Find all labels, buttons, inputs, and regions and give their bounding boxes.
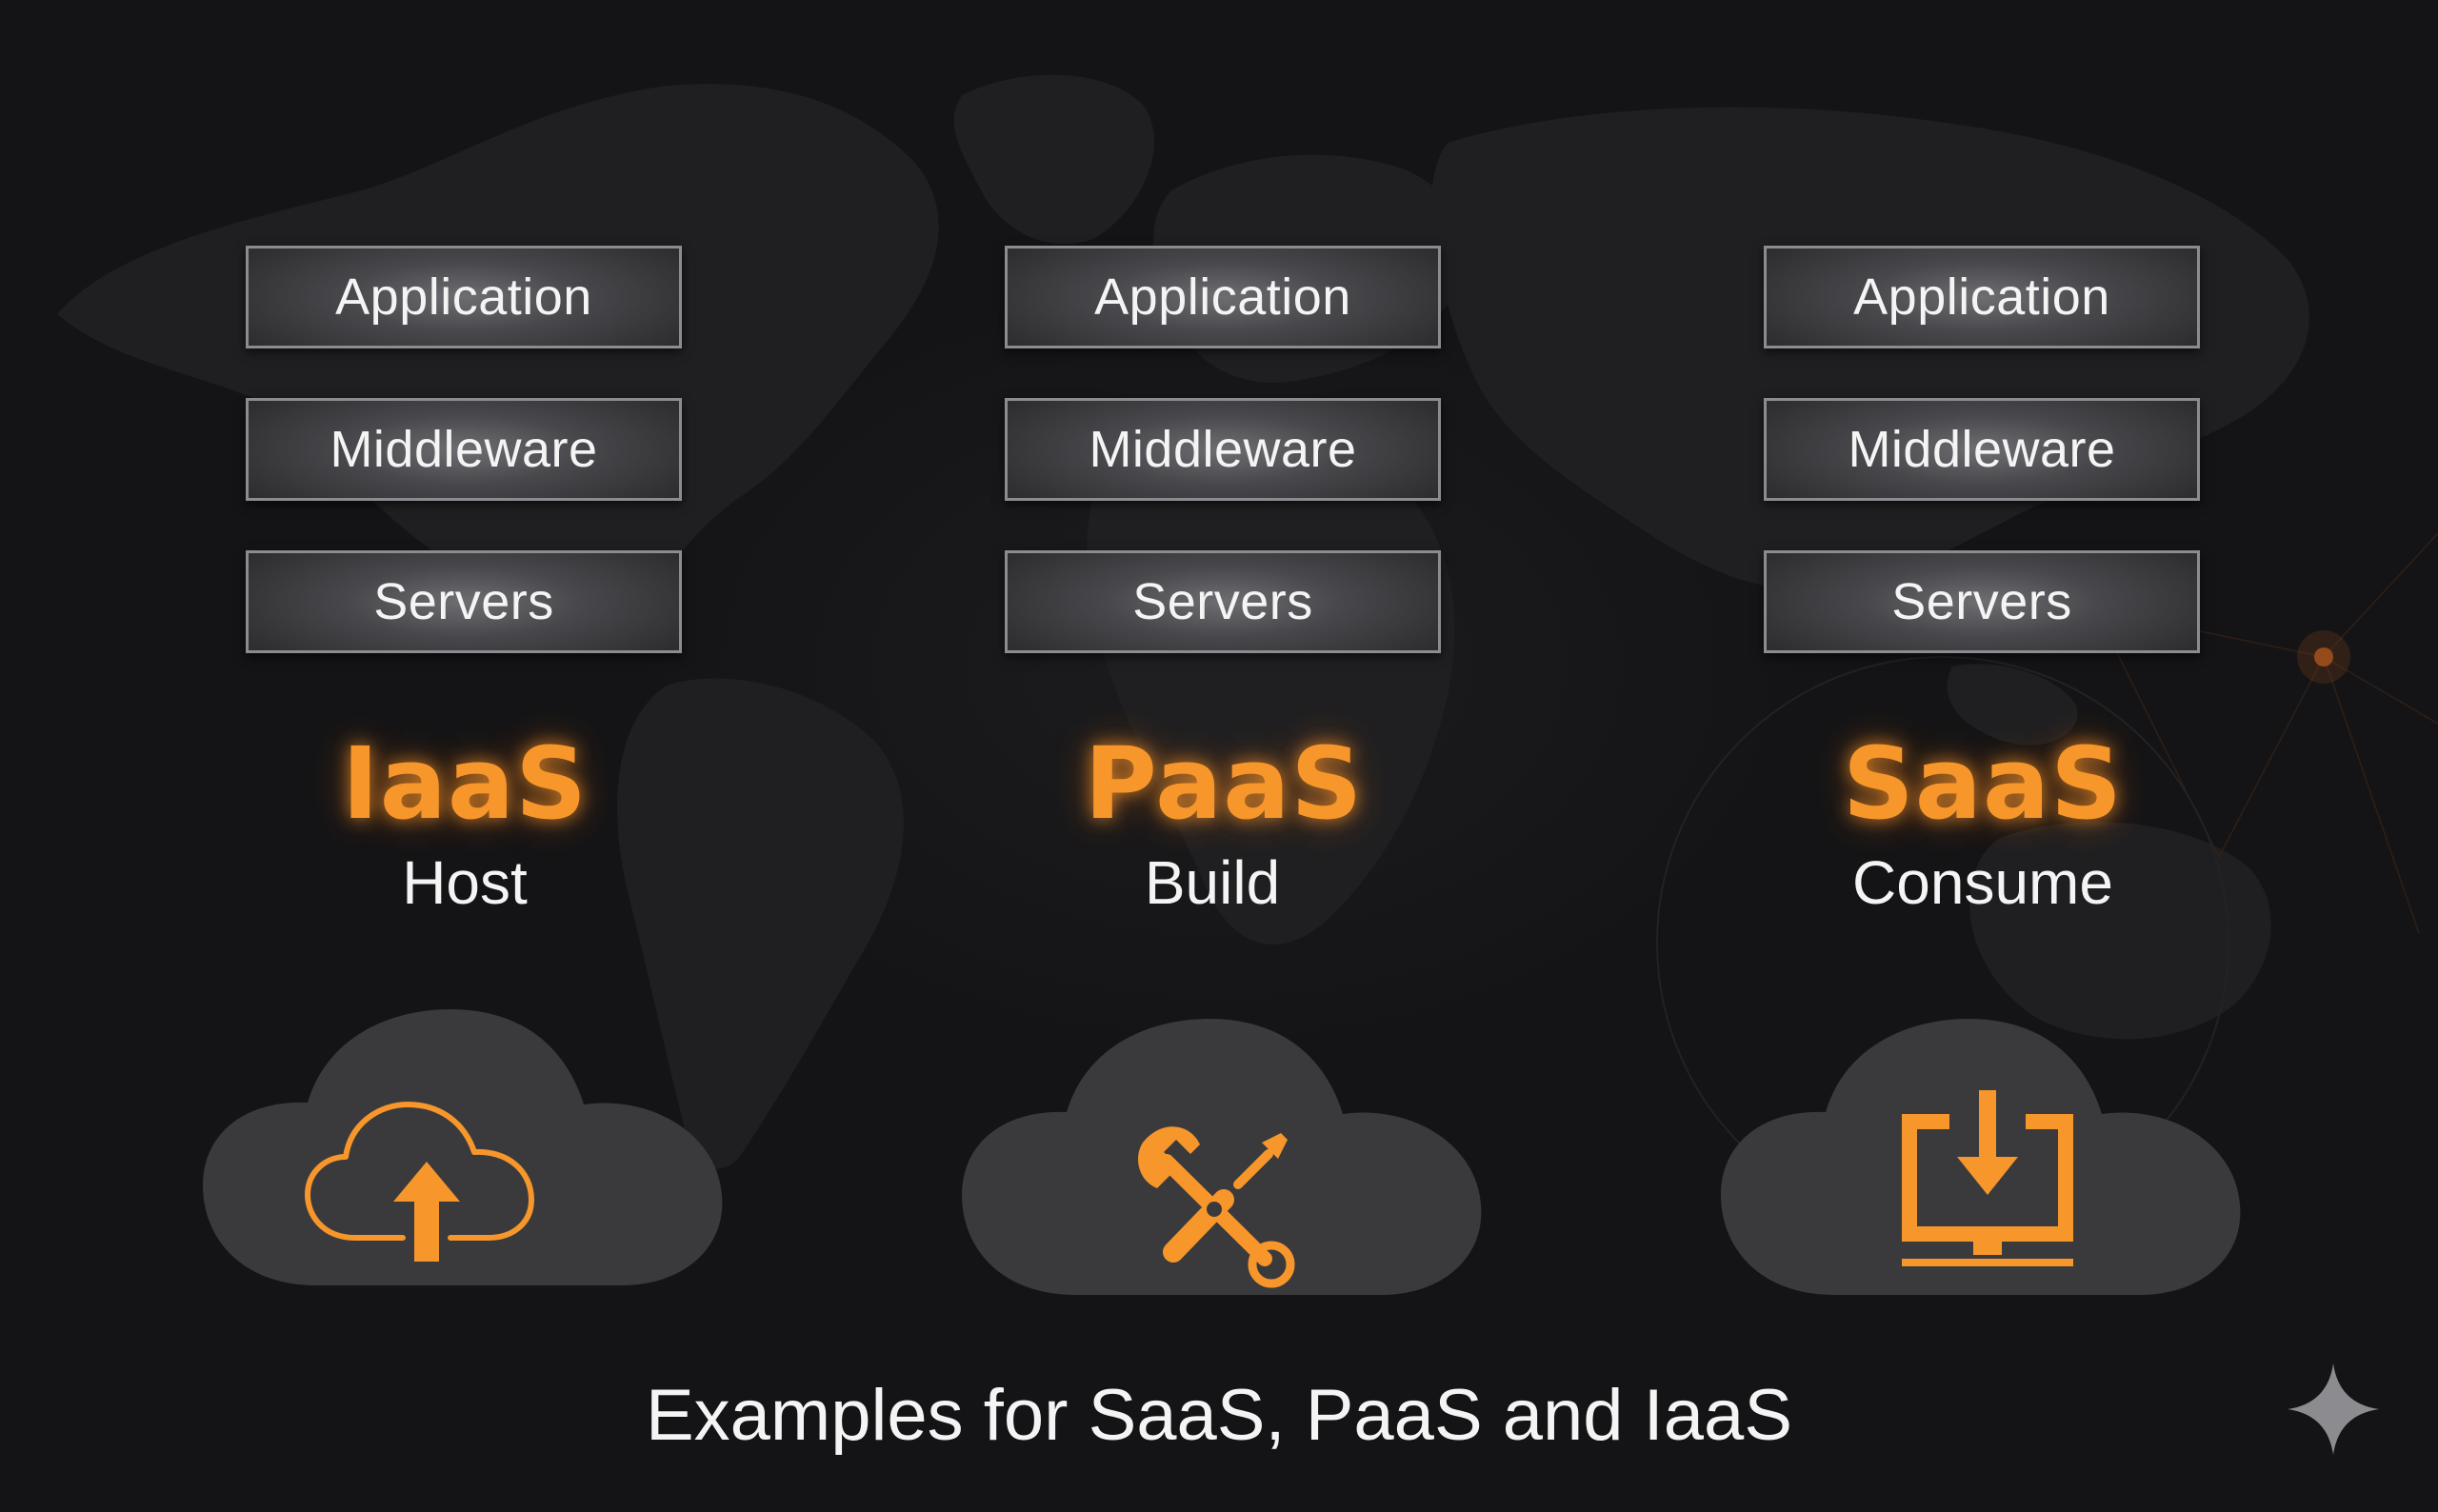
sparkle-icon: [2288, 1363, 2379, 1455]
model-name: PaaS: [1084, 726, 1364, 842]
cloud-shape: [203, 1009, 723, 1285]
column-iaas: Application Middleware Servers IaaS Host: [84, 0, 846, 1333]
model-name: SaaS: [1842, 726, 2124, 842]
layer-middleware: Middleware: [1764, 398, 2200, 501]
layer-application: Application: [1005, 246, 1441, 348]
layer-servers: Servers: [1764, 550, 2200, 653]
cloud-shape: [962, 1019, 1482, 1295]
model-verb: Build: [1144, 848, 1281, 917]
layer-middleware: Middleware: [1005, 398, 1441, 501]
cloud-shape: [1721, 1019, 2241, 1295]
column-paas: Application Middleware Servers PaaS Buil…: [843, 0, 1605, 1333]
caption: Examples for SaaS, PaaS and IaaS: [645, 1375, 1793, 1456]
layer-application: Application: [246, 246, 682, 348]
layer-servers: Servers: [246, 550, 682, 653]
model-verb: Consume: [1852, 848, 2113, 917]
layer-application: Application: [1764, 246, 2200, 348]
model-verb: Host: [402, 848, 528, 917]
layer-servers: Servers: [1005, 550, 1441, 653]
layer-middleware: Middleware: [246, 398, 682, 501]
column-saas: Application Middleware Servers SaaS Cons…: [1602, 0, 2364, 1333]
model-name: IaaS: [342, 726, 588, 842]
